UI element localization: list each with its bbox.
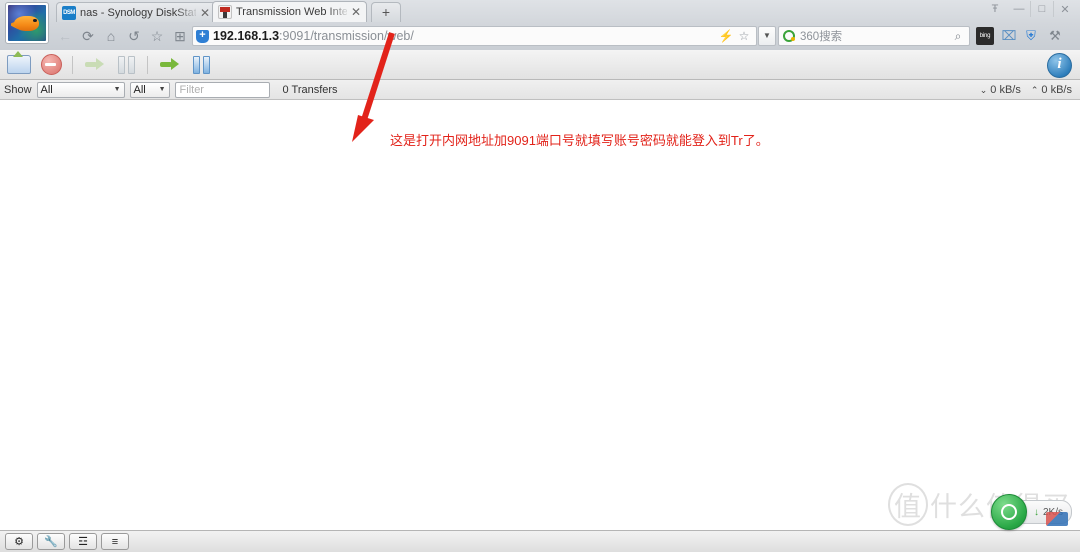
- tools-wrench-extension-icon[interactable]: ⚒: [1046, 27, 1064, 45]
- address-dropdown-icon[interactable]: ▼: [758, 26, 776, 46]
- upload-arrow-icon: ⌃: [1030, 84, 1039, 95]
- bing-extension-icon[interactable]: bing: [976, 27, 994, 45]
- url-host: 192.168.1.3: [213, 29, 280, 43]
- browser-chrome: DSM nas - Synology DiskStatio ✕ Transmis…: [0, 0, 1080, 50]
- start-all-arrow-icon: [159, 56, 179, 73]
- remove-torrent-button[interactable]: [37, 52, 65, 78]
- download-rate-value: 0 kB/s: [990, 83, 1021, 96]
- bookmark-star-icon[interactable]: ☆: [735, 29, 753, 43]
- transmission-status-bar: ⚙ 🔧 ☲ ≡: [0, 530, 1080, 552]
- tracker-filter-select[interactable]: All ▼: [129, 81, 170, 98]
- torrent-list-area: [0, 100, 1080, 530]
- preferences-gear-button[interactable]: ⚙: [5, 533, 33, 550]
- pause-torrent-button[interactable]: [112, 52, 140, 78]
- favorites-star-icon[interactable]: ☆: [147, 26, 167, 46]
- avatar-image: [8, 5, 46, 41]
- pause-bars-icon: [116, 55, 136, 74]
- search-box[interactable]: 360搜索 ⌕: [778, 26, 970, 46]
- pause-all-button[interactable]: [187, 52, 215, 78]
- navigation-row: ← ⟳ ⌂ ↺ ☆ ⊞ 192.168.1.3:9091/transmissio…: [0, 22, 1080, 50]
- state-filter-value: All: [40, 83, 53, 96]
- download-arrow-icon: ↓: [1033, 506, 1039, 518]
- tab-title: Transmission Web Interf: [236, 6, 347, 18]
- inspector-info-icon[interactable]: i: [1047, 53, 1072, 78]
- address-bar[interactable]: 192.168.1.3:9091/transmission/web/ ⚡ ☆: [192, 26, 757, 46]
- search-engine-logo-icon: [783, 30, 795, 42]
- maximize-icon[interactable]: □: [1030, 1, 1053, 17]
- window-controls: Ŧ — □ ✕: [984, 1, 1076, 17]
- tab-close-icon[interactable]: ✕: [199, 7, 211, 19]
- download-speed: ⌄ 0 kB/s: [980, 84, 1021, 96]
- dsm-favicon: DSM: [62, 5, 76, 20]
- speed-indicators: ⌄ 0 kB/s ⌃ 0 kB/s: [980, 84, 1072, 96]
- screenshot-extension-icon[interactable]: ⌧: [1000, 27, 1018, 45]
- security-shield-extension-icon[interactable]: ⛨: [1022, 27, 1040, 45]
- profile-avatar[interactable]: [5, 2, 49, 44]
- shield-icon: [196, 28, 209, 43]
- annotation-text: 这是打开内网地址加9091端口号就填写账号密码就能登入到Tr了。: [390, 133, 769, 148]
- open-folder-icon: [7, 51, 31, 74]
- open-torrent-button[interactable]: [5, 51, 33, 78]
- watermark-mark: 值: [888, 483, 928, 526]
- upload-speed: ⌃ 0 kB/s: [1031, 84, 1072, 96]
- tab-strip: DSM nas - Synology DiskStatio ✕ Transmis…: [0, 0, 1080, 44]
- remove-circle-icon: [40, 54, 62, 75]
- skin-icon[interactable]: Ŧ: [984, 1, 1006, 17]
- tab-close-icon[interactable]: ✕: [350, 6, 362, 18]
- pause-all-bars-icon: [191, 55, 211, 74]
- back-icon[interactable]: ←: [55, 26, 75, 46]
- upload-rate-value: 0 kB/s: [1041, 83, 1072, 96]
- close-icon[interactable]: ✕: [1053, 1, 1076, 17]
- url-path: :9091/transmission/web/: [279, 29, 414, 43]
- filter-input[interactable]: Filter: [174, 81, 270, 98]
- browser-window: DSM nas - Synology DiskStatio ✕ Transmis…: [0, 0, 1080, 552]
- transmission-toolbar: i: [0, 50, 1080, 80]
- lightning-icon[interactable]: ⚡: [717, 29, 735, 43]
- download-speed-float-widget[interactable]: ↓ 2K/s: [990, 494, 1072, 530]
- chevron-down-icon: ▼: [113, 86, 121, 93]
- url-text: 192.168.1.3:9091/transmission/web/: [213, 29, 717, 43]
- history-icon[interactable]: ↺: [124, 26, 144, 46]
- tab-title: nas - Synology DiskStatio: [80, 6, 196, 19]
- home-icon[interactable]: ⌂: [101, 26, 121, 46]
- reload-icon[interactable]: ⟳: [78, 26, 98, 46]
- transmission-favicon: [218, 5, 232, 19]
- search-icon[interactable]: ⌕: [951, 29, 965, 44]
- state-filter-select[interactable]: All ▼: [36, 81, 125, 98]
- tracker-filter-value: All: [133, 83, 146, 96]
- search-input[interactable]: 360搜索: [800, 28, 951, 44]
- new-tab-button[interactable]: +: [371, 2, 401, 22]
- tab-transmission-web-interface[interactable]: Transmission Web Interf ✕: [212, 1, 367, 22]
- show-label: Show: [4, 83, 32, 96]
- fish-body-shape: [14, 15, 40, 31]
- compact-view-button[interactable]: ≡: [101, 533, 129, 550]
- transfers-count-label: 0 Transfers: [282, 83, 338, 96]
- transmission-filter-bar: Show All ▼ All ▼ Filter 0 Transfers ⌄ 0 k…: [0, 80, 1080, 100]
- start-all-button[interactable]: [155, 52, 183, 78]
- turtle-speed-limit-button[interactable]: ☲: [69, 533, 97, 550]
- apps-grid-icon[interactable]: ⊞: [170, 26, 190, 46]
- wrench-tools-button[interactable]: 🔧: [37, 533, 65, 550]
- start-torrent-button[interactable]: [80, 52, 108, 78]
- toolbar-separator: [72, 55, 73, 74]
- download-arrow-icon: ⌄: [979, 84, 988, 95]
- flag-icon: [1046, 512, 1068, 526]
- minimize-icon[interactable]: —: [1008, 1, 1030, 17]
- tab-synology-diskstation[interactable]: DSM nas - Synology DiskStatio ✕: [56, 2, 216, 22]
- start-arrow-icon: [84, 56, 104, 73]
- navigation-buttons: ← ⟳ ⌂ ↺ ☆ ⊞: [55, 22, 190, 50]
- browser-guard-ball-icon[interactable]: [990, 494, 1027, 530]
- toolbar-separator: [147, 55, 148, 74]
- chevron-down-icon: ▼: [158, 86, 166, 93]
